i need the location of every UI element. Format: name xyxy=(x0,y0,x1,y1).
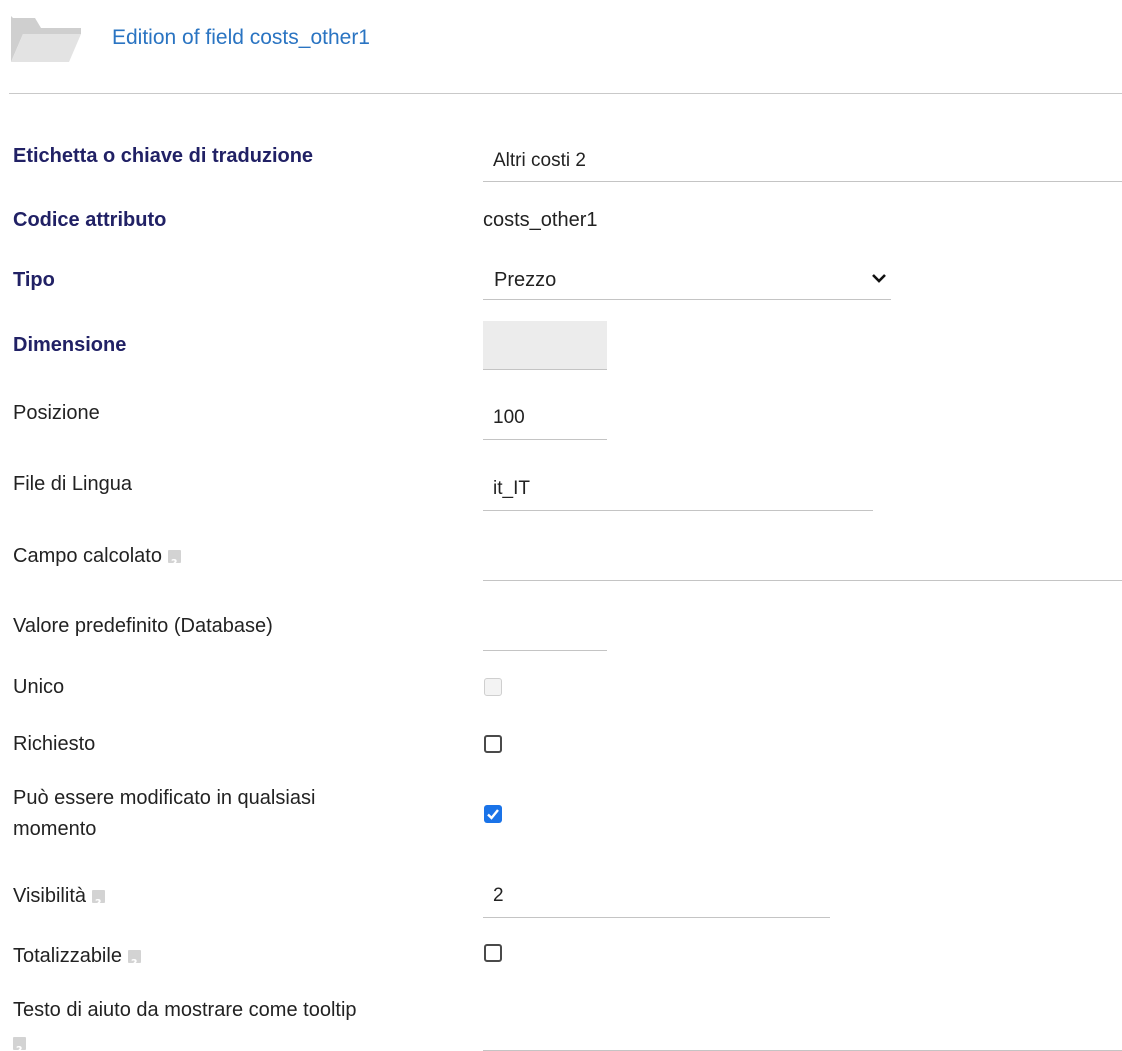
page-title: Edition of field costs_other1 xyxy=(112,26,370,49)
totalizable-label: Totalizzabile xyxy=(13,941,141,979)
dimension-label: Dimensione xyxy=(13,334,127,356)
required-checkbox[interactable] xyxy=(484,735,502,753)
computed-field-input[interactable] xyxy=(483,536,1122,581)
help-icon[interactable] xyxy=(92,888,105,919)
header-divider xyxy=(9,93,1122,94)
help-icon[interactable] xyxy=(127,948,141,979)
unique-label: Unico xyxy=(13,676,65,698)
language-file-input[interactable] xyxy=(483,467,873,511)
always-editable-checkbox[interactable] xyxy=(484,805,502,823)
position-input[interactable] xyxy=(483,396,607,440)
totalizable-label-text: Totalizzabile xyxy=(13,945,122,967)
required-label: Richiesto xyxy=(13,733,96,755)
always-editable-label-line1: Può essere modificato in qualsiasi xyxy=(13,787,316,809)
always-editable-label: Può essere modificato in qualsiasi momen… xyxy=(13,783,315,845)
dimension-input xyxy=(483,321,607,370)
chevron-down-icon xyxy=(872,274,886,283)
type-select[interactable]: Prezzo xyxy=(483,262,891,300)
default-value-label: Valore predefinito (Database) xyxy=(13,615,273,637)
type-label: Tipo xyxy=(13,269,55,291)
type-select-value: Prezzo xyxy=(494,269,557,291)
position-label: Posizione xyxy=(13,402,100,424)
label-key-label: Etichetta o chiave di traduzione xyxy=(13,145,314,167)
page: Edition of field costs_other1 Etichetta … xyxy=(0,0,1122,1051)
attribute-code-label: Codice attributo xyxy=(13,209,167,231)
help-text-label-text: Testo di aiuto da mostrare come tooltip xyxy=(13,999,357,1021)
checkmark-icon xyxy=(487,809,499,820)
default-value-input[interactable] xyxy=(483,606,607,651)
help-icon[interactable] xyxy=(13,1035,26,1051)
visibility-input[interactable] xyxy=(483,874,830,918)
always-editable-label-line2: momento xyxy=(13,818,97,840)
language-file-label: File di Lingua xyxy=(13,473,132,495)
attribute-code-value: costs_other1 xyxy=(483,209,598,231)
computed-field-label: Campo calcolato xyxy=(13,541,181,579)
header: Edition of field costs_other1 xyxy=(0,0,1122,94)
computed-field-label-text: Campo calcolato xyxy=(13,545,162,567)
help-text-label: Testo di aiuto da mostrare come tooltip xyxy=(13,995,357,1051)
label-key-input[interactable] xyxy=(483,140,1122,182)
visibility-label: Visibilità xyxy=(13,881,105,919)
totalizable-checkbox[interactable] xyxy=(484,944,502,962)
visibility-label-text: Visibilità xyxy=(13,885,86,907)
folder-icon xyxy=(11,16,81,62)
unique-checkbox xyxy=(484,678,502,696)
help-icon[interactable] xyxy=(167,548,181,579)
help-text-input[interactable] xyxy=(483,1010,1122,1051)
